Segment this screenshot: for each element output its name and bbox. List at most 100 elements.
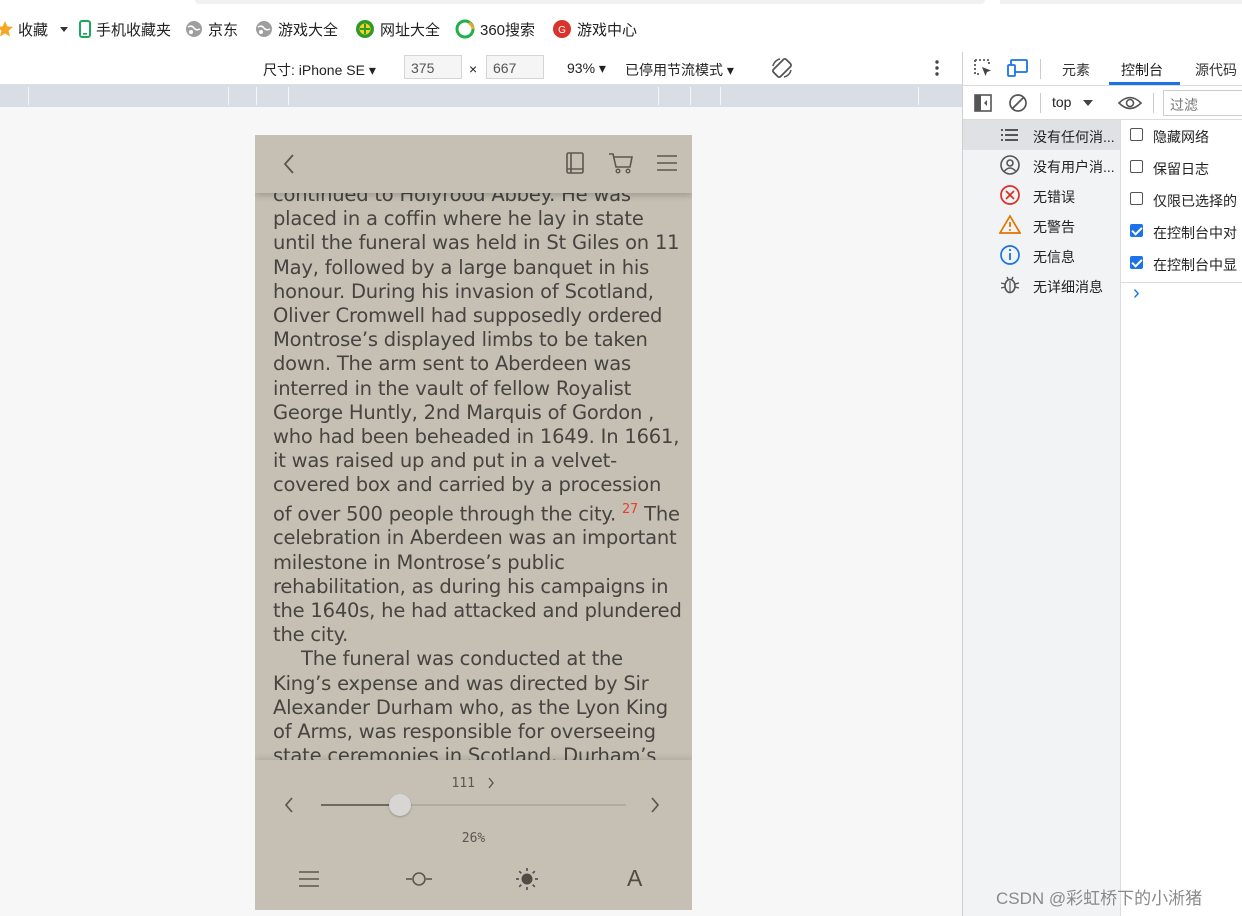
- bookmark-favorites[interactable]: 收藏: [0, 18, 48, 40]
- toc-button[interactable]: [298, 870, 320, 888]
- reader-header: [255, 135, 692, 193]
- footnote-ref[interactable]: 27: [622, 502, 638, 517]
- live-expression-button[interactable]: [1118, 93, 1142, 113]
- width-input[interactable]: 375: [404, 55, 462, 79]
- toggle-sidebar-button[interactable]: [973, 93, 993, 113]
- progress-button[interactable]: [405, 868, 433, 890]
- tab-strip-edge: [195, 0, 985, 4]
- watermark: CSDN @彩虹桥下的小淅猪: [996, 889, 1203, 908]
- brightness-button[interactable]: [515, 867, 539, 891]
- divider: [1040, 93, 1041, 113]
- context-selector[interactable]: top: [1052, 94, 1094, 110]
- media-query-ruler[interactable]: [0, 85, 962, 108]
- clear-console-button[interactable]: [1008, 93, 1028, 113]
- previous-chapter-button[interactable]: [283, 796, 295, 814]
- console-prompt[interactable]: ›: [1133, 282, 1140, 305]
- checkbox[interactable]: [1130, 128, 1143, 141]
- filter-placeholder: 过滤: [1170, 97, 1198, 113]
- bookmark-label: 网址大全: [380, 21, 441, 39]
- next-chapter-button[interactable]: [649, 796, 661, 814]
- setting-preserve-log[interactable]: 保留日志: [1121, 152, 1242, 184]
- sidebar-item-all-messages[interactable]: 没有任何消...: [963, 120, 1120, 150]
- checkbox[interactable]: [1130, 160, 1143, 173]
- bookmark-jd[interactable]: 京东: [185, 18, 238, 40]
- chevron-right-icon: [651, 797, 660, 813]
- setting-label: 在控制台中对: [1153, 225, 1237, 241]
- page-indicator[interactable]: 111: [255, 774, 692, 792]
- cart-button[interactable]: [608, 151, 634, 175]
- rotate-icon: [772, 58, 792, 78]
- checkbox[interactable]: [1130, 224, 1143, 237]
- device-toggle-button[interactable]: [1007, 58, 1029, 78]
- tab-console[interactable]: 控制台: [1121, 60, 1163, 80]
- bookmark-url-nav[interactable]: 网址大全: [355, 18, 440, 40]
- bookshelf-button[interactable]: [564, 151, 586, 175]
- slider-thumb[interactable]: [389, 794, 412, 816]
- svg-text:G: G: [558, 25, 566, 36]
- sidebar-item-label: 没有用户消...: [1033, 159, 1115, 175]
- url-nav-icon: [356, 20, 374, 38]
- bookmark-mobile[interactable]: 手机收藏夹: [78, 18, 171, 40]
- rotate-button[interactable]: [770, 56, 794, 80]
- setting-group-similar[interactable]: 在控制台中对: [1121, 216, 1242, 248]
- globe-icon: [186, 21, 202, 37]
- device-toolbar: 尺寸: iPhone SE ▾ 375 × 667 93% ▾ 已停用节流模式 …: [0, 52, 962, 85]
- phone-screen: continued to Holyrood Abbey. He was plac…: [255, 135, 692, 910]
- list-icon: [299, 871, 319, 887]
- sidebar-item-user-messages[interactable]: 没有用户消...: [963, 150, 1120, 180]
- checkbox[interactable]: [1130, 256, 1143, 269]
- sidebar-item-info[interactable]: 无信息: [963, 240, 1120, 270]
- inspect-icon: [974, 59, 991, 76]
- setting-label: 保留日志: [1153, 161, 1209, 177]
- tab-sources[interactable]: 源代码: [1195, 60, 1237, 80]
- bookmark-label: 收藏: [18, 21, 49, 39]
- bookmark-games[interactable]: 游戏大全: [255, 18, 338, 40]
- setting-show-cors-errors[interactable]: 在控制台中显: [1121, 248, 1242, 280]
- setting-label: 在控制台中显: [1153, 257, 1237, 273]
- more-vertical-icon: [935, 60, 939, 76]
- font-settings-button[interactable]: A: [627, 865, 642, 892]
- back-button[interactable]: [281, 153, 297, 175]
- zoom-dropdown[interactable]: 93% ▾: [567, 60, 606, 77]
- caret-down-icon: [60, 27, 68, 32]
- tab-elements[interactable]: 元素: [1062, 60, 1090, 80]
- sidebar-item-label: 无详细消息: [1033, 279, 1103, 295]
- search-360-icon: [455, 19, 475, 39]
- bookmark-game-center[interactable]: G 游戏中心: [552, 18, 637, 40]
- throttle-dropdown[interactable]: 已停用节流模式 ▾: [625, 60, 734, 80]
- book-icon: [566, 152, 584, 174]
- chevron-left-icon: [283, 154, 294, 174]
- menu-button[interactable]: [656, 154, 678, 172]
- bookmark-label: 游戏中心: [577, 21, 638, 39]
- active-tab-indicator: [1109, 82, 1180, 85]
- progress-slider[interactable]: [321, 794, 626, 816]
- height-input[interactable]: 667: [486, 55, 544, 79]
- bookmark-label: 京东: [208, 21, 239, 39]
- sidebar-item-errors[interactable]: 无错误: [963, 180, 1120, 210]
- checkbox[interactable]: [1130, 192, 1143, 205]
- inspect-element-button[interactable]: [973, 58, 993, 78]
- bookmark-360-search[interactable]: 360搜索: [455, 18, 535, 40]
- console-sidebar: 没有任何消... 没有用户消... 无错误 无警告 无信息 无详细消息: [963, 120, 1121, 916]
- times-sign: ×: [469, 61, 478, 77]
- setting-hide-network[interactable]: 隐藏网络: [1121, 120, 1242, 152]
- dimensions-dropdown[interactable]: 尺寸: iPhone SE ▾: [263, 60, 376, 80]
- sidebar-item-warnings[interactable]: 无警告: [963, 210, 1120, 240]
- divider: [1040, 59, 1041, 79]
- sidebar-item-label: 无错误: [1033, 189, 1075, 205]
- star-icon: [0, 21, 13, 37]
- sidebar-item-label: 没有任何消...: [1033, 129, 1115, 145]
- filter-input[interactable]: 过滤: [1163, 90, 1242, 116]
- sun-icon: [516, 868, 538, 890]
- more-options-button[interactable]: [930, 59, 944, 77]
- bookmark-label: 游戏大全: [278, 21, 339, 39]
- bookmarks-dropdown[interactable]: [58, 18, 70, 40]
- setting-selected-context-only[interactable]: 仅限已选择的: [1121, 184, 1242, 216]
- bookmark-label: 360搜索: [480, 21, 536, 39]
- progress-percent: 26%: [255, 829, 692, 847]
- setting-label: 隐藏网络: [1153, 129, 1209, 145]
- sidebar-item-verbose[interactable]: 无详细消息: [963, 270, 1120, 300]
- game-center-icon: G: [553, 20, 571, 38]
- bookmarks-bar: 收藏 手机收藏夹 京东 游戏大全 网址大全 360搜索 G 游戏中心: [0, 0, 1242, 53]
- caret-down-icon: [1083, 99, 1094, 107]
